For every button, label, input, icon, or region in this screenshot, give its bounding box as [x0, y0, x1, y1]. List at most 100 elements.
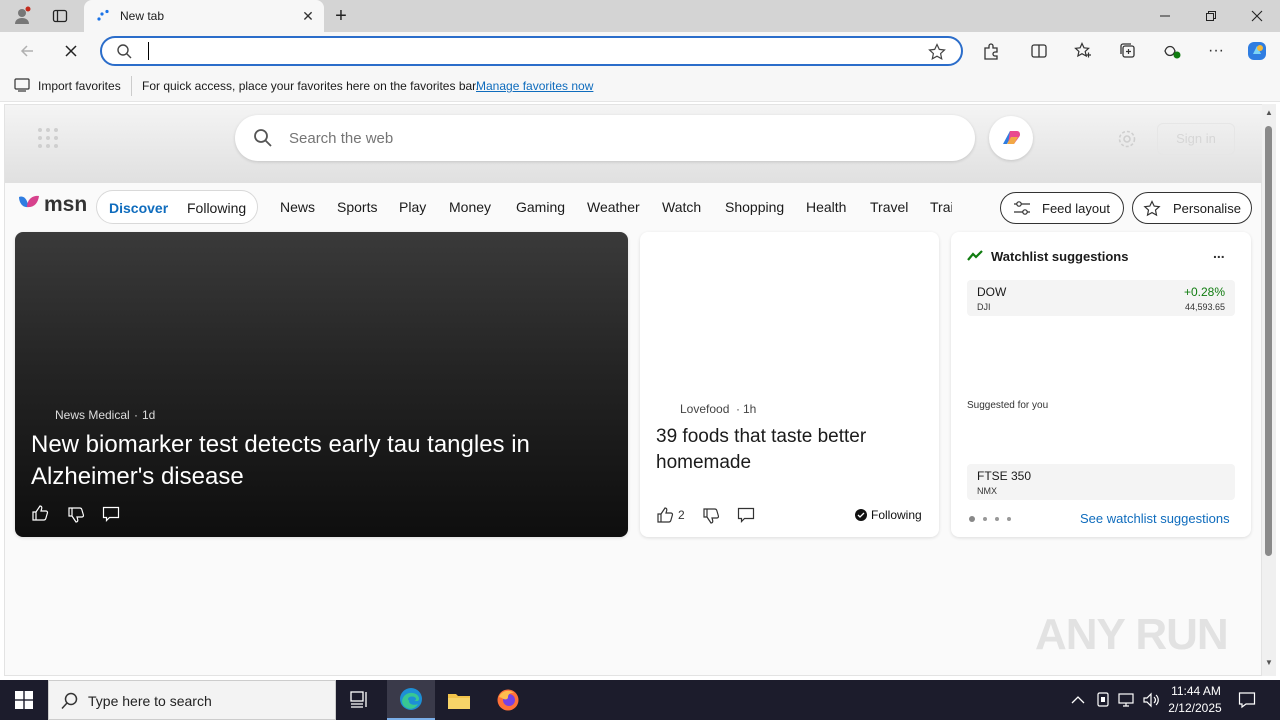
secondary-news-card[interactable]: Lovefood · 1h 39 foods that taste better…: [640, 232, 939, 537]
comment-icon[interactable]: [737, 507, 755, 526]
main-news-card[interactable]: News Medical · 1d New biomarker test det…: [15, 232, 628, 537]
carousel-dot-active[interactable]: [969, 516, 975, 522]
browser-toolbar: ···: [0, 32, 1280, 70]
nav-sports[interactable]: Sports: [337, 199, 377, 215]
see-watchlist-link[interactable]: See watchlist suggestions: [1080, 511, 1230, 526]
msn-butterfly-icon: [17, 191, 43, 220]
new-tab-icon[interactable]: +: [329, 4, 353, 28]
nav-money[interactable]: Money: [449, 199, 491, 215]
tab-new-tab[interactable]: New tab ✕: [84, 0, 324, 32]
import-favorites-button[interactable]: Import favorites: [38, 79, 121, 93]
scroll-down-icon[interactable]: ▼: [1265, 658, 1273, 667]
back-icon[interactable]: [14, 38, 40, 64]
nav-traffic[interactable]: Trai: [930, 199, 952, 215]
close-tab-icon[interactable]: ✕: [300, 8, 316, 24]
taskbar-search-box[interactable]: Type here to search: [48, 680, 336, 720]
sparkle-star-icon: [1143, 200, 1161, 221]
msn-nav: msn Discover Following News Sports Play …: [5, 185, 1263, 229]
dislike-icon[interactable]: [702, 507, 720, 528]
file-explorer-icon[interactable]: [435, 680, 483, 720]
tab-discover[interactable]: Discover: [109, 200, 168, 216]
personalise-button[interactable]: Personalise: [1132, 192, 1252, 224]
tab-following[interactable]: Following: [187, 200, 246, 216]
stock-change: +0.28%: [1183, 285, 1225, 299]
page-settings-icon[interactable]: [1117, 129, 1137, 152]
nav-watch[interactable]: Watch: [662, 199, 701, 215]
chevron-up-icon[interactable]: [1071, 693, 1085, 708]
collections-icon[interactable]: [1115, 38, 1141, 64]
personalise-label: Personalise: [1173, 201, 1241, 216]
dislike-icon[interactable]: [67, 506, 85, 527]
feed-layout-button[interactable]: Feed layout: [1000, 192, 1124, 224]
card-dot: ·: [736, 402, 740, 416]
web-search-box[interactable]: [235, 115, 975, 161]
nav-shopping[interactable]: Shopping: [725, 199, 784, 215]
trend-up-icon: [967, 250, 983, 265]
loading-icon: [96, 8, 112, 27]
favorites-bar: Import favorites For quick access, place…: [0, 70, 1280, 102]
new-tab-page: Sign in msn Discover Following News Spor…: [4, 104, 1263, 676]
volume-icon[interactable]: [1142, 691, 1160, 712]
card-headline[interactable]: New biomarker test detects early tau tan…: [31, 429, 591, 493]
device-icon[interactable]: [1095, 691, 1111, 712]
web-search-input[interactable]: [289, 127, 929, 149]
extensions-icon[interactable]: [978, 38, 1004, 64]
settings-more-icon[interactable]: ···: [1203, 38, 1229, 64]
firefox-icon[interactable]: [484, 680, 532, 720]
nav-gaming[interactable]: Gaming: [516, 199, 565, 215]
profile-icon[interactable]: [10, 4, 34, 28]
favorites-icon[interactable]: [1070, 38, 1096, 64]
notifications-icon[interactable]: [1238, 691, 1256, 712]
carousel-dot[interactable]: [983, 517, 987, 521]
copilot-icon: [1003, 131, 1021, 144]
edge-taskbar-icon[interactable]: [387, 680, 435, 720]
msn-logo[interactable]: msn: [44, 193, 87, 217]
close-window-icon[interactable]: [1234, 0, 1280, 32]
split-screen-icon[interactable]: [1026, 38, 1052, 64]
copilot-icon[interactable]: [1244, 38, 1270, 64]
comment-icon[interactable]: [102, 506, 120, 525]
scroll-thumb[interactable]: [1265, 126, 1272, 556]
nav-news[interactable]: News: [280, 199, 315, 215]
restore-icon[interactable]: [1188, 0, 1234, 32]
card-age: 1d: [142, 408, 156, 422]
carousel-dots[interactable]: [969, 516, 1013, 522]
like-icon[interactable]: [31, 504, 49, 525]
card-source: Lovefood: [680, 402, 730, 416]
watchlist-row-ftse[interactable]: FTSE 350 NMX: [967, 464, 1235, 500]
more-options-icon[interactable]: ...: [1213, 245, 1225, 261]
carousel-dot[interactable]: [995, 517, 999, 521]
app-launcher-icon[interactable]: [37, 127, 59, 152]
windows-start-icon[interactable]: [0, 680, 48, 720]
browser-essentials-icon[interactable]: [1159, 38, 1185, 64]
task-view-icon[interactable]: [336, 680, 384, 720]
sliders-icon: [1013, 200, 1031, 219]
card-source: News Medical: [55, 408, 130, 422]
like-icon[interactable]: [656, 506, 674, 527]
page-scrollbar[interactable]: ▲ ▼: [1262, 104, 1276, 676]
network-icon[interactable]: [1118, 691, 1136, 712]
address-bar[interactable]: [100, 36, 963, 66]
sign-in-button[interactable]: Sign in: [1157, 123, 1235, 155]
tab-actions-icon[interactable]: [48, 4, 72, 28]
nav-weather[interactable]: Weather: [587, 199, 640, 215]
nav-play[interactable]: Play: [399, 199, 426, 215]
carousel-dot[interactable]: [1007, 517, 1011, 521]
following-label[interactable]: Following: [871, 508, 922, 522]
minimize-icon[interactable]: [1142, 0, 1188, 32]
card-headline[interactable]: 39 foods that taste better homemade: [656, 424, 926, 476]
watchlist-row-dow[interactable]: DOW DJI +0.28% 44,593.65: [967, 280, 1235, 316]
clock-time[interactable]: 11:44 AM: [1170, 684, 1222, 698]
nav-health[interactable]: Health: [806, 199, 846, 215]
favorite-star-icon[interactable]: [928, 43, 946, 64]
search-icon: [253, 128, 273, 151]
nav-travel[interactable]: Travel: [870, 199, 908, 215]
like-count: 2: [678, 508, 685, 522]
clock-date[interactable]: 2/12/2025: [1166, 701, 1224, 715]
stock-exchange: NMX: [977, 486, 997, 496]
copilot-button[interactable]: [989, 116, 1033, 160]
card-dot: ·: [134, 408, 138, 422]
scroll-up-icon[interactable]: ▲: [1265, 108, 1273, 117]
manage-favorites-link[interactable]: Manage favorites now: [476, 79, 593, 93]
stop-loading-icon[interactable]: [58, 38, 84, 64]
